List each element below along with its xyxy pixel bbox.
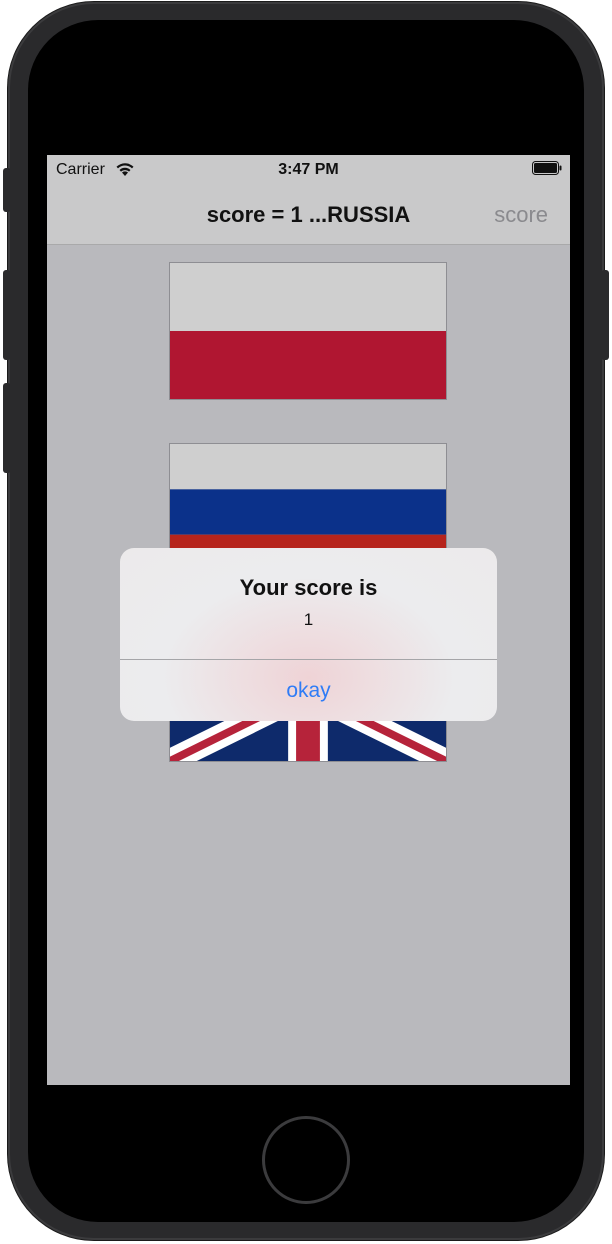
alert-title: Your score is [239, 575, 378, 600]
alert-message: 1 [303, 610, 314, 629]
volume-up-button [3, 270, 11, 360]
nav-title: score = 1 ...RUSSIA [206, 202, 411, 227]
screen: Carrier 3:47 PM score = 1 ...RUSSIA scor… [47, 155, 570, 1085]
navigation-bar: score = 1 ...RUSSIA score [47, 185, 570, 245]
score-button[interactable]: score [494, 202, 548, 228]
power-button [601, 270, 609, 360]
volume-down-button [3, 383, 11, 473]
flag-poland-button[interactable] [169, 262, 447, 400]
mute-switch [3, 168, 11, 212]
status-bar: Carrier 3:47 PM [47, 155, 570, 185]
okay-button[interactable]: okay [120, 660, 497, 721]
battery-full-icon [532, 161, 562, 175]
home-button[interactable] [262, 1116, 350, 1204]
poland-flag-image [170, 263, 446, 399]
status-time: 3:47 PM [278, 161, 339, 178]
score-alert: Your score is 1 okay [120, 548, 497, 721]
